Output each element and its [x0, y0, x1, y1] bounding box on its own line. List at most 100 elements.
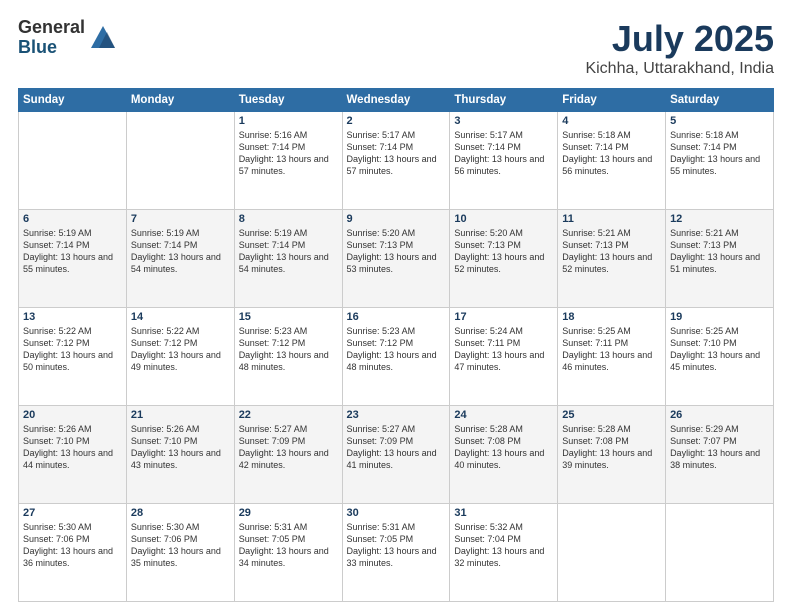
- day-number: 4: [562, 115, 661, 127]
- calendar-week-row: 20 Sunrise: 5:26 AMSunset: 7:10 PMDayligh…: [19, 406, 774, 504]
- table-row: 26Sunrise: 5:29 AMSunset: 7:07 PMDayligh…: [666, 406, 774, 504]
- day-number: 27: [23, 507, 122, 519]
- day-info: Sunrise: 5:19 AMSunset: 7:14 PMDaylight:…: [23, 227, 122, 276]
- day-number: 17: [454, 311, 553, 323]
- calendar-week-row: 1Sunrise: 5:16 AMSunset: 7:14 PMDaylight…: [19, 112, 774, 210]
- calendar-week-row: 6 Sunrise: 5:19 AMSunset: 7:14 PMDaylight…: [19, 210, 774, 308]
- table-row: 30 Sunrise: 5:31 AMSunset: 7:05 PMDayligh…: [342, 504, 450, 602]
- logo-blue: Blue: [18, 38, 85, 58]
- day-number: 28: [131, 507, 230, 519]
- day-info: Sunrise: 5:21 AMSunset: 7:13 PMDaylight:…: [670, 227, 769, 276]
- table-row: 24 Sunrise: 5:28 AMSunset: 7:08 PMDayligh…: [450, 406, 558, 504]
- table-row: 2 Sunrise: 5:17 AMSunset: 7:14 PMDaylight…: [342, 112, 450, 210]
- table-row: 25 Sunrise: 5:28 AMSunset: 7:08 PMDayligh…: [558, 406, 666, 504]
- day-info: Sunrise: 5:26 AMSunset: 7:10 PMDaylight:…: [23, 423, 122, 472]
- logo-icon: [89, 24, 117, 52]
- table-row: 18Sunrise: 5:25 AMSunset: 7:11 PMDayligh…: [558, 308, 666, 406]
- table-row: 22 Sunrise: 5:27 AMSunset: 7:09 PMDayligh…: [234, 406, 342, 504]
- day-info: Sunrise: 5:22 AMSunset: 7:12 PMDaylight:…: [131, 325, 230, 374]
- page: General Blue July 2025 Kichha, Uttarakha…: [0, 0, 792, 612]
- col-tuesday: Tuesday: [234, 89, 342, 112]
- day-info: Sunrise: 5:25 AMSunset: 7:11 PMDaylight:…: [562, 325, 661, 374]
- day-number: 1: [239, 115, 338, 127]
- day-number: 29: [239, 507, 338, 519]
- day-info: Sunrise: 5:20 AMSunset: 7:13 PMDaylight:…: [347, 227, 446, 276]
- day-info: Sunrise: 5:27 AMSunset: 7:09 PMDaylight:…: [239, 423, 338, 472]
- table-row: 21 Sunrise: 5:26 AMSunset: 7:10 PMDayligh…: [126, 406, 234, 504]
- table-row: 19Sunrise: 5:25 AMSunset: 7:10 PMDayligh…: [666, 308, 774, 406]
- table-row: 5Sunrise: 5:18 AMSunset: 7:14 PMDaylight…: [666, 112, 774, 210]
- day-number: 13: [23, 311, 122, 323]
- day-info: Sunrise: 5:28 AMSunset: 7:08 PMDaylight:…: [562, 423, 661, 472]
- day-number: 15: [239, 311, 338, 323]
- day-number: 8: [239, 213, 338, 225]
- col-wednesday: Wednesday: [342, 89, 450, 112]
- table-row: [126, 112, 234, 210]
- logo-general: General: [18, 18, 85, 38]
- header: General Blue July 2025 Kichha, Uttarakha…: [18, 18, 774, 78]
- table-row: [666, 504, 774, 602]
- day-number: 20: [23, 409, 122, 421]
- logo-text: General Blue: [18, 18, 85, 58]
- col-sunday: Sunday: [19, 89, 127, 112]
- table-row: 16 Sunrise: 5:23 AMSunset: 7:12 PMDayligh…: [342, 308, 450, 406]
- title-block: July 2025 Kichha, Uttarakhand, India: [585, 18, 774, 78]
- day-number: 6: [23, 213, 122, 225]
- day-number: 14: [131, 311, 230, 323]
- day-info: Sunrise: 5:30 AMSunset: 7:06 PMDaylight:…: [131, 521, 230, 570]
- table-row: 15 Sunrise: 5:23 AMSunset: 7:12 PMDayligh…: [234, 308, 342, 406]
- col-friday: Friday: [558, 89, 666, 112]
- day-number: 24: [454, 409, 553, 421]
- day-info: Sunrise: 5:22 AMSunset: 7:12 PMDaylight:…: [23, 325, 122, 374]
- day-number: 5: [670, 115, 769, 127]
- day-number: 21: [131, 409, 230, 421]
- day-info: Sunrise: 5:19 AMSunset: 7:14 PMDaylight:…: [239, 227, 338, 276]
- calendar-header-row: Sunday Monday Tuesday Wednesday Thursday…: [19, 89, 774, 112]
- day-number: 16: [347, 311, 446, 323]
- day-info: Sunrise: 5:20 AMSunset: 7:13 PMDaylight:…: [454, 227, 553, 276]
- day-info: Sunrise: 5:25 AMSunset: 7:10 PMDaylight:…: [670, 325, 769, 374]
- table-row: 4 Sunrise: 5:18 AMSunset: 7:14 PMDaylight…: [558, 112, 666, 210]
- day-number: 22: [239, 409, 338, 421]
- day-info: Sunrise: 5:21 AMSunset: 7:13 PMDaylight:…: [562, 227, 661, 276]
- day-number: 25: [562, 409, 661, 421]
- day-info: Sunrise: 5:26 AMSunset: 7:10 PMDaylight:…: [131, 423, 230, 472]
- day-number: 11: [562, 213, 661, 225]
- logo: General Blue: [18, 18, 117, 58]
- table-row: 31Sunrise: 5:32 AMSunset: 7:04 PMDayligh…: [450, 504, 558, 602]
- table-row: 23 Sunrise: 5:27 AMSunset: 7:09 PMDayligh…: [342, 406, 450, 504]
- table-row: 12Sunrise: 5:21 AMSunset: 7:13 PMDayligh…: [666, 210, 774, 308]
- calendar-table: Sunday Monday Tuesday Wednesday Thursday…: [18, 88, 774, 602]
- table-row: 13 Sunrise: 5:22 AMSunset: 7:12 PMDayligh…: [19, 308, 127, 406]
- location-title: Kichha, Uttarakhand, India: [585, 60, 774, 78]
- day-info: Sunrise: 5:29 AMSunset: 7:07 PMDaylight:…: [670, 423, 769, 472]
- table-row: 7 Sunrise: 5:19 AMSunset: 7:14 PMDaylight…: [126, 210, 234, 308]
- day-number: 30: [347, 507, 446, 519]
- day-info: Sunrise: 5:23 AMSunset: 7:12 PMDaylight:…: [239, 325, 338, 374]
- day-number: 31: [454, 507, 553, 519]
- table-row: 3 Sunrise: 5:17 AMSunset: 7:14 PMDaylight…: [450, 112, 558, 210]
- day-number: 7: [131, 213, 230, 225]
- table-row: 20 Sunrise: 5:26 AMSunset: 7:10 PMDayligh…: [19, 406, 127, 504]
- day-number: 23: [347, 409, 446, 421]
- day-info: Sunrise: 5:27 AMSunset: 7:09 PMDaylight:…: [347, 423, 446, 472]
- day-number: 3: [454, 115, 553, 127]
- col-monday: Monday: [126, 89, 234, 112]
- table-row: 9Sunrise: 5:20 AMSunset: 7:13 PMDaylight…: [342, 210, 450, 308]
- day-info: Sunrise: 5:30 AMSunset: 7:06 PMDaylight:…: [23, 521, 122, 570]
- calendar-week-row: 13 Sunrise: 5:22 AMSunset: 7:12 PMDayligh…: [19, 308, 774, 406]
- day-info: Sunrise: 5:18 AMSunset: 7:14 PMDaylight:…: [562, 129, 661, 178]
- table-row: 17 Sunrise: 5:24 AMSunset: 7:11 PMDayligh…: [450, 308, 558, 406]
- day-info: Sunrise: 5:31 AMSunset: 7:05 PMDaylight:…: [239, 521, 338, 570]
- day-info: Sunrise: 5:23 AMSunset: 7:12 PMDaylight:…: [347, 325, 446, 374]
- col-saturday: Saturday: [666, 89, 774, 112]
- day-info: Sunrise: 5:17 AMSunset: 7:14 PMDaylight:…: [347, 129, 446, 178]
- table-row: [558, 504, 666, 602]
- day-info: Sunrise: 5:19 AMSunset: 7:14 PMDaylight:…: [131, 227, 230, 276]
- day-info: Sunrise: 5:31 AMSunset: 7:05 PMDaylight:…: [347, 521, 446, 570]
- table-row: 1Sunrise: 5:16 AMSunset: 7:14 PMDaylight…: [234, 112, 342, 210]
- day-info: Sunrise: 5:24 AMSunset: 7:11 PMDaylight:…: [454, 325, 553, 374]
- day-info: Sunrise: 5:17 AMSunset: 7:14 PMDaylight:…: [454, 129, 553, 178]
- day-number: 2: [347, 115, 446, 127]
- day-info: Sunrise: 5:28 AMSunset: 7:08 PMDaylight:…: [454, 423, 553, 472]
